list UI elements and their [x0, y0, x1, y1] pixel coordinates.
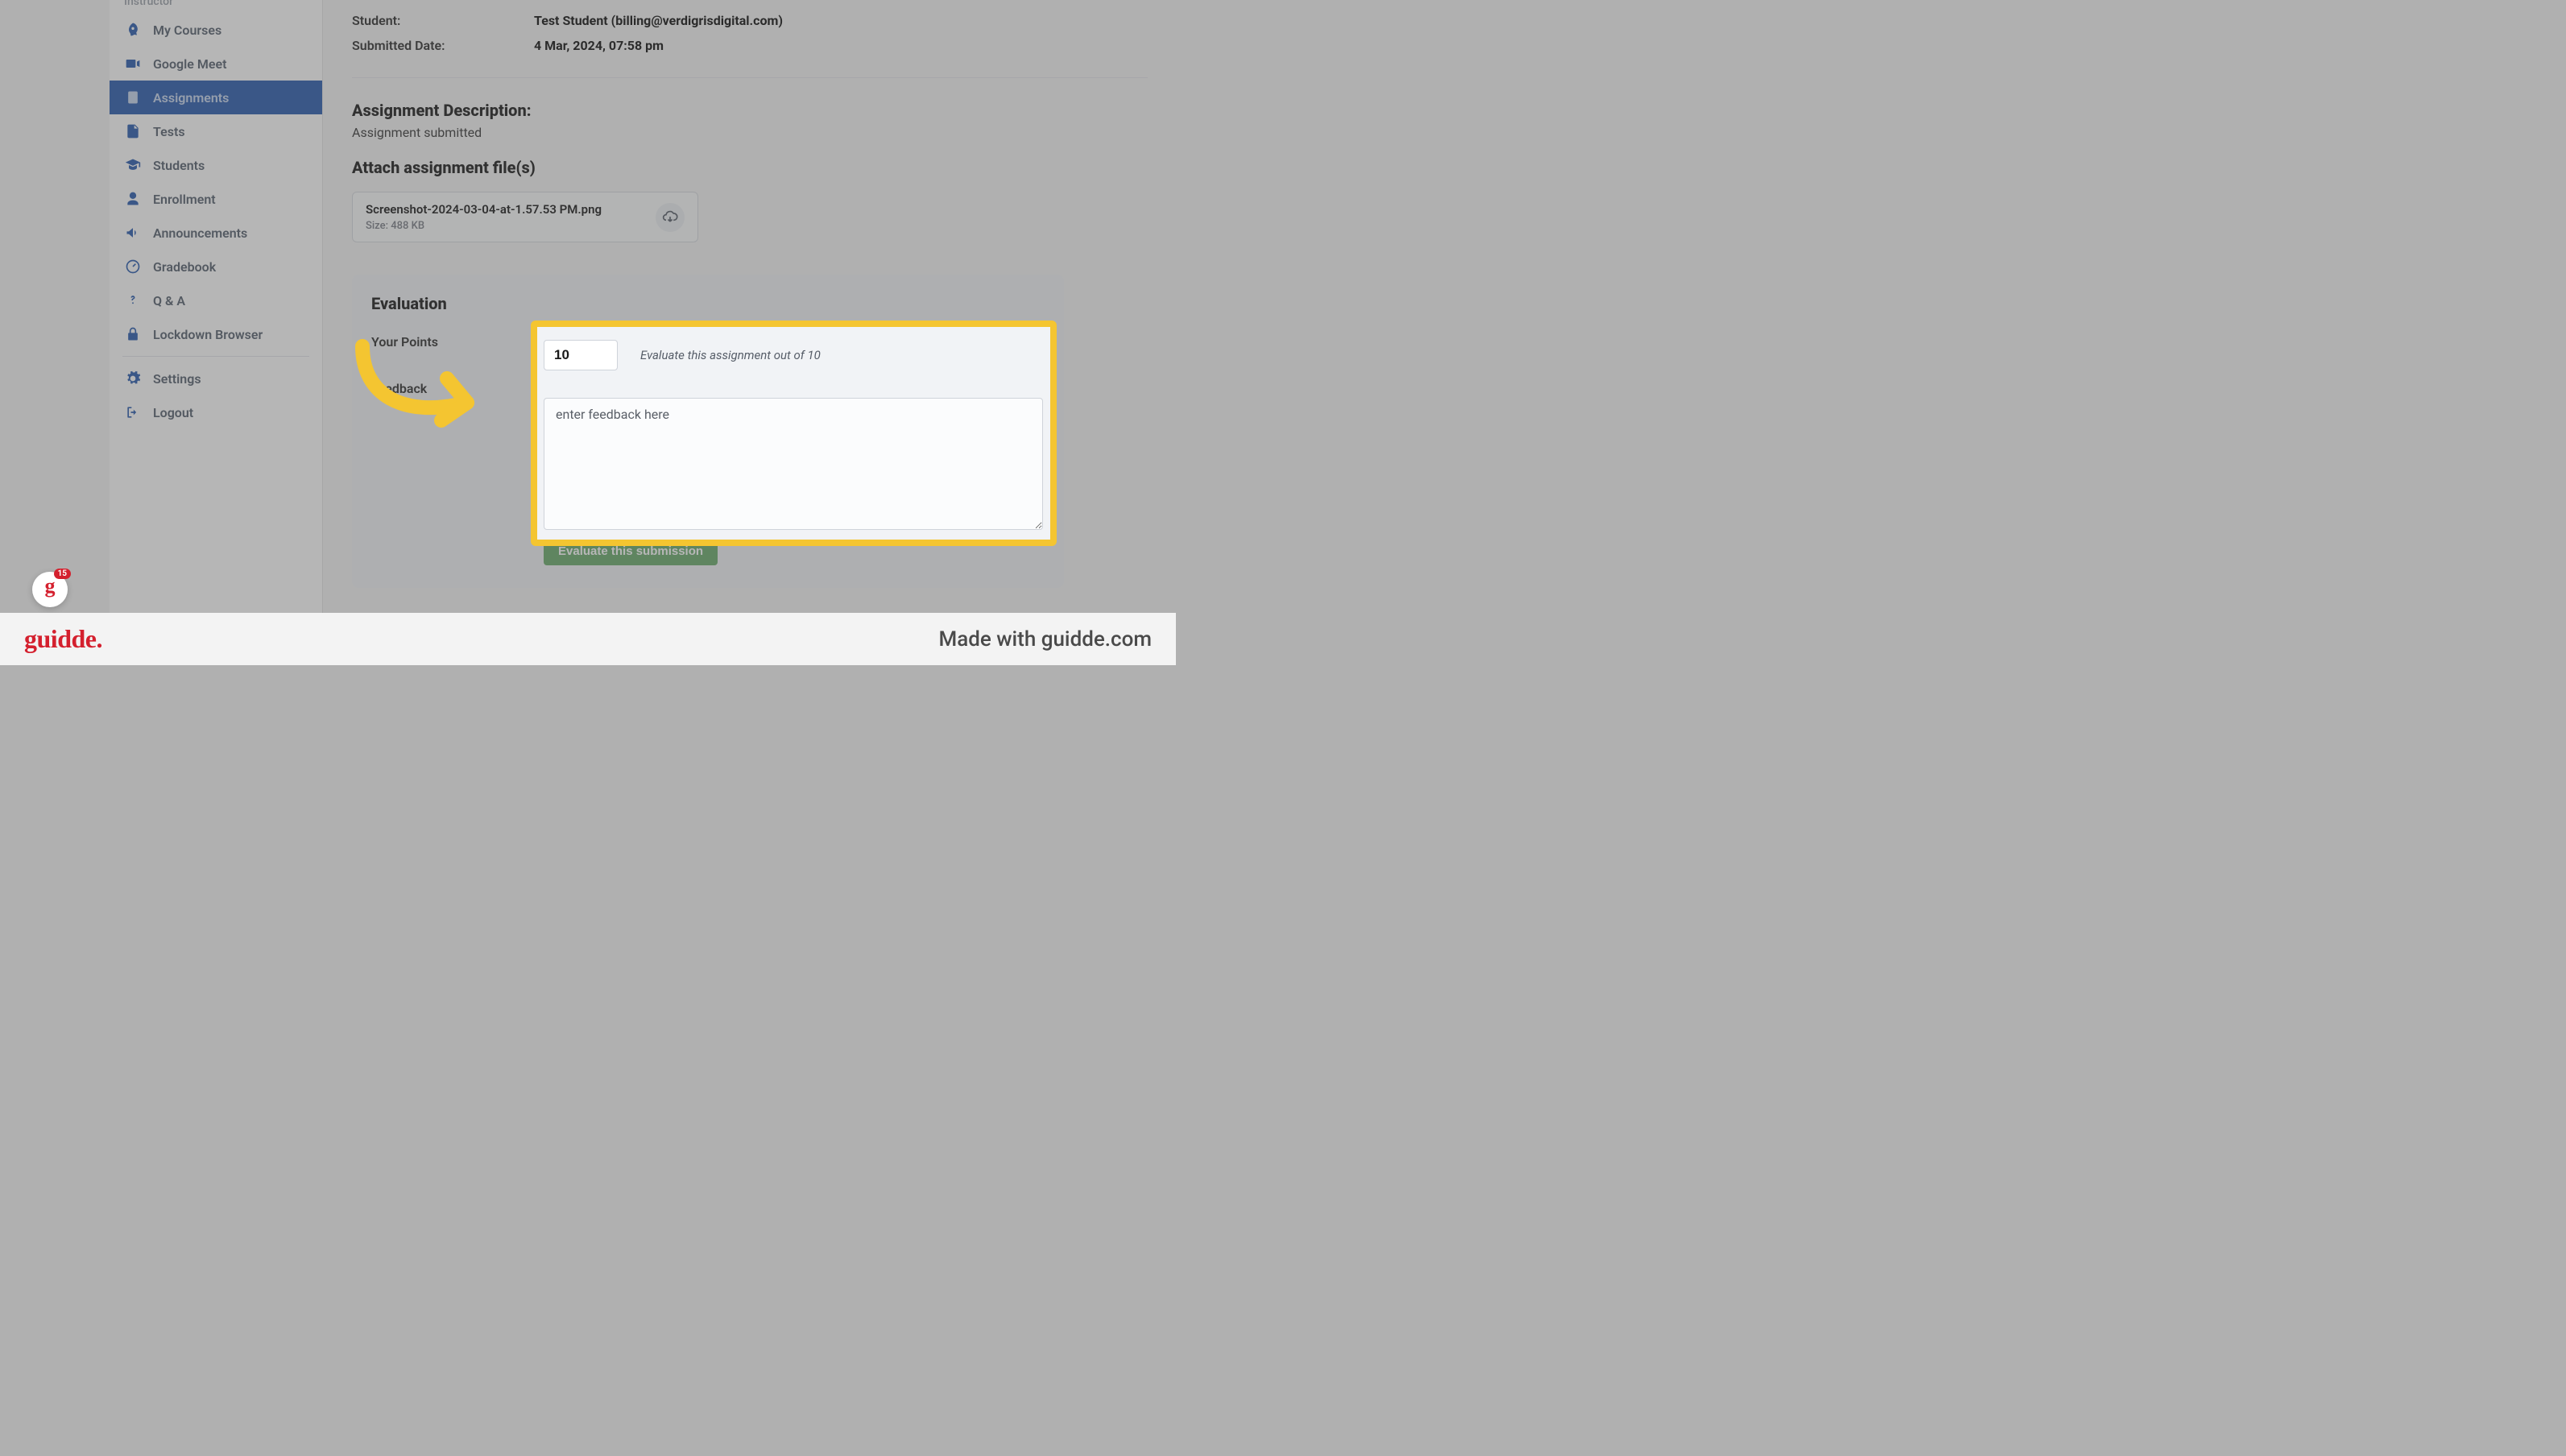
cloud-download-icon	[662, 209, 678, 225]
sidebar-item-label: Settings	[153, 371, 201, 387]
date-label: Submitted Date:	[352, 38, 534, 53]
student-value: Test Student (billing@verdigrisdigital.c…	[534, 13, 783, 28]
points-label: Your Points	[371, 328, 544, 350]
description-text: Assignment submitted	[352, 125, 1148, 140]
sidebar-item-settings[interactable]: Settings	[110, 362, 322, 395]
sidebar-item-lockdown[interactable]: Lockdown Browser	[110, 317, 322, 351]
gauge-icon	[124, 258, 142, 275]
highlight-callout: Evaluate this assignment out of 10	[531, 321, 1057, 546]
sidebar-item-label: Enrollment	[153, 192, 216, 207]
student-row: Student: Test Student (billing@verdigris…	[352, 8, 1148, 33]
sidebar-item-label: My Courses	[153, 23, 221, 38]
sidebar-item-logout[interactable]: Logout	[110, 395, 322, 429]
points-hint-highlight: Evaluate this assignment out of 10	[640, 348, 821, 362]
sidebar-item-my-courses[interactable]: My Courses	[110, 13, 322, 47]
lock-icon	[124, 325, 142, 343]
points-input-highlight[interactable]	[544, 340, 618, 370]
divider	[352, 77, 1148, 78]
sidebar-item-label: Lockdown Browser	[153, 327, 263, 342]
sidebar-item-label: Q & A	[153, 293, 185, 308]
sidebar-item-announcements[interactable]: Announcements	[110, 216, 322, 250]
sidebar-divider	[122, 356, 309, 357]
rocket-icon	[124, 21, 142, 39]
feedback-label: Feedback	[371, 374, 544, 396]
sidebar-item-label: Announcements	[153, 225, 247, 241]
student-label: Student:	[352, 13, 534, 28]
date-row: Submitted Date: 4 Mar, 2024, 07:58 pm	[352, 33, 1148, 58]
sidebar-item-label: Assignments	[153, 90, 229, 105]
sidebar-item-google-meet[interactable]: Google Meet	[110, 47, 322, 81]
made-with-text: Made with guidde.com	[938, 627, 1152, 651]
description-heading: Assignment Description:	[352, 101, 1148, 120]
sidebar-item-students[interactable]: Students	[110, 148, 322, 182]
sidebar-item-label: Students	[153, 158, 205, 173]
attachment-filename: Screenshot-2024-03-04-at-1.57.53 PM.png	[366, 202, 602, 217]
sidebar-item-label: Logout	[153, 405, 193, 420]
document-icon	[124, 122, 142, 140]
guidde-logo: guidde.	[24, 624, 102, 654]
sidebar-item-enrollment[interactable]: Enrollment	[110, 182, 322, 216]
date-value: 4 Mar, 2024, 07:58 pm	[534, 38, 664, 53]
sidebar-item-qa[interactable]: Q & A	[110, 283, 322, 317]
guidde-badge[interactable]: g 15	[32, 572, 68, 607]
sidebar-section-label: Instructor	[110, 0, 322, 13]
attachment-size: Size: 488 KB	[366, 220, 602, 232]
megaphone-icon	[124, 224, 142, 242]
guidde-badge-logo: g	[45, 574, 56, 598]
guidde-badge-count: 15	[54, 569, 71, 579]
feedback-textarea-highlight[interactable]	[544, 398, 1043, 530]
user-icon	[124, 190, 142, 208]
sidebar-item-label: Google Meet	[153, 56, 226, 72]
video-icon	[124, 55, 142, 72]
footer-bar: guidde. Made with guidde.com	[0, 613, 1176, 665]
sidebar-item-label: Tests	[153, 124, 185, 139]
evaluate-submission-button[interactable]: Evaluate this submission	[544, 537, 718, 565]
question-icon	[124, 292, 142, 309]
sidebar-item-assignments[interactable]: Assignments	[110, 81, 322, 114]
sidebar-item-gradebook[interactable]: Gradebook	[110, 250, 322, 283]
sidebar-item-tests[interactable]: Tests	[110, 114, 322, 148]
sidebar: Instructor My Courses Google Meet Assign…	[110, 0, 323, 620]
clipboard-icon	[124, 89, 142, 106]
sidebar-item-label: Gradebook	[153, 259, 216, 275]
attach-heading: Attach assignment file(s)	[352, 158, 1148, 177]
gear-icon	[124, 370, 142, 387]
graduation-cap-icon	[124, 156, 142, 174]
evaluation-heading: Evaluation	[371, 294, 1045, 313]
attachment-card: Screenshot-2024-03-04-at-1.57.53 PM.png …	[352, 192, 698, 242]
logout-icon	[124, 403, 142, 421]
download-button[interactable]	[656, 203, 685, 232]
